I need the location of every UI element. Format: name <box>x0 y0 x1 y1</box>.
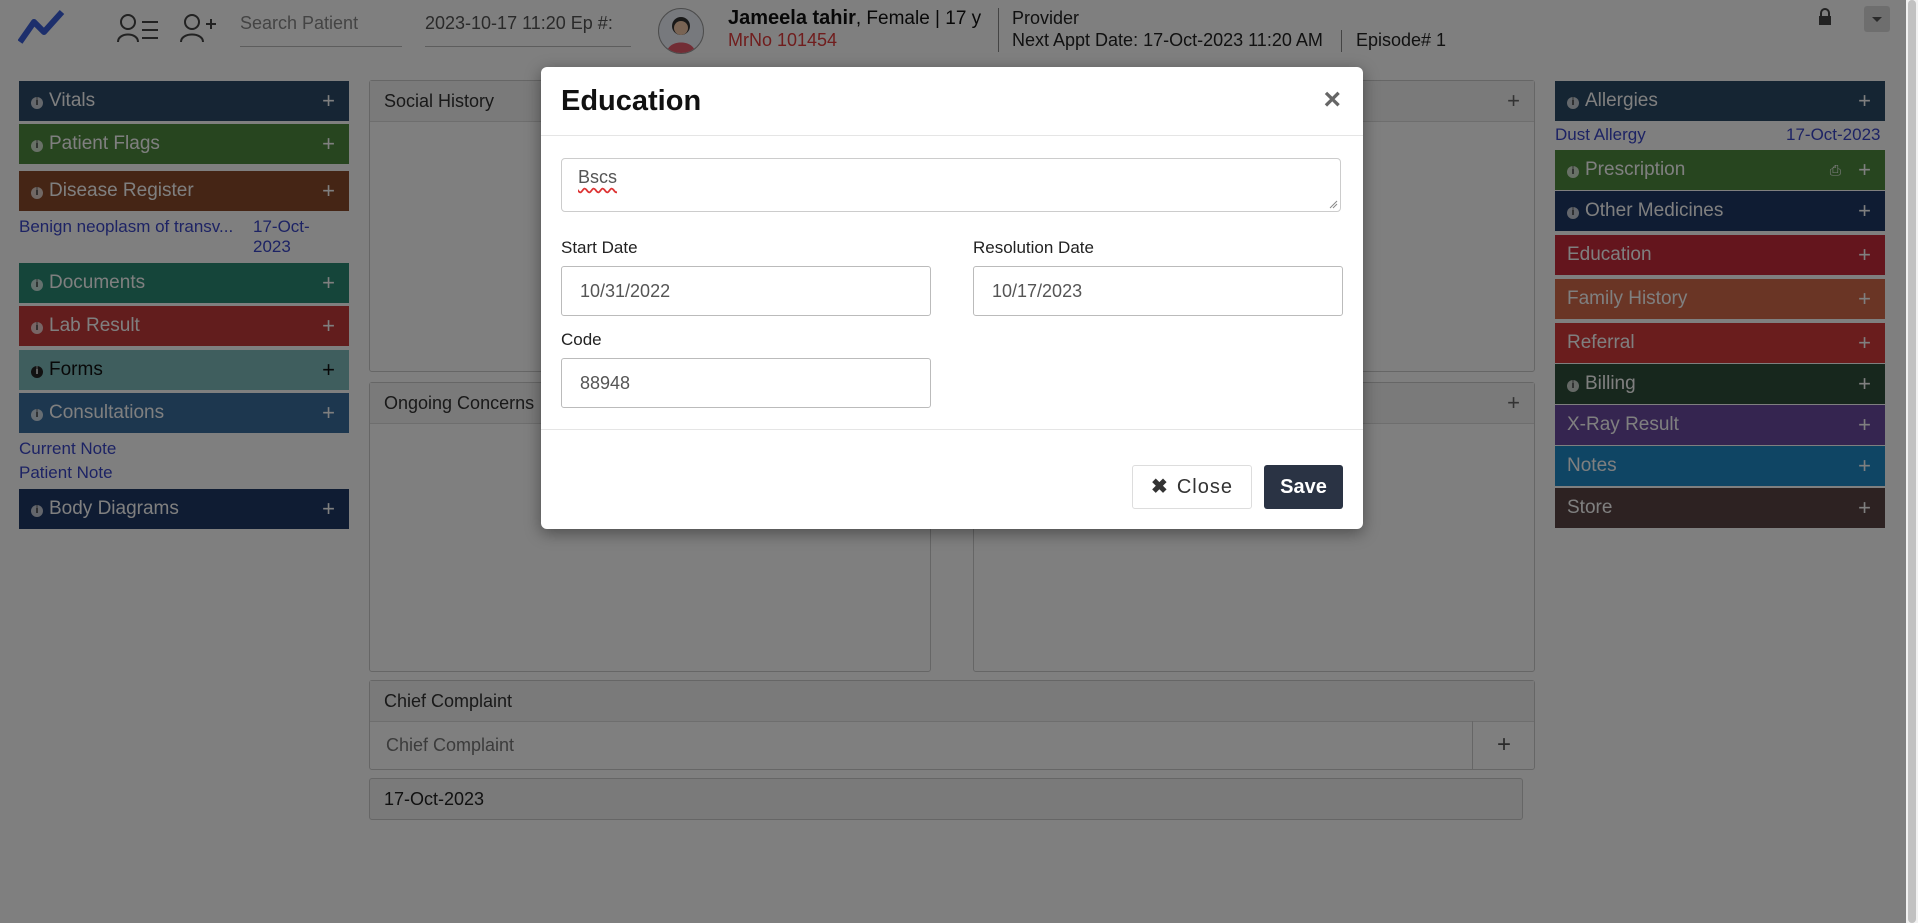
education-textarea[interactable]: Bscs <box>561 158 1341 212</box>
education-modal: Education × Bscs Start Date 10/31/2022 R… <box>541 67 1363 529</box>
close-icon[interactable]: × <box>1323 85 1341 115</box>
resize-handle-icon[interactable] <box>1328 199 1338 209</box>
times-icon: ✖ <box>1151 476 1169 498</box>
education-text: Bscs <box>578 167 618 187</box>
start-date-label: Start Date <box>561 238 638 257</box>
modal-title: Education <box>561 85 702 117</box>
close-button-label: Close <box>1176 476 1233 498</box>
page-scrollbar[interactable] <box>1906 0 1918 923</box>
divider <box>541 135 1363 136</box>
divider <box>541 429 1363 430</box>
save-button[interactable]: Save <box>1264 465 1343 509</box>
scrollbar-thumb[interactable] <box>1908 0 1916 923</box>
code-label: Code <box>561 330 602 349</box>
start-date-input[interactable]: 10/31/2022 <box>561 266 931 316</box>
close-button[interactable]: ✖ Close <box>1132 465 1252 509</box>
resolution-date-label: Resolution Date <box>973 238 1094 257</box>
code-input[interactable]: 88948 <box>561 358 931 408</box>
resolution-date-input[interactable]: 10/17/2023 <box>973 266 1343 316</box>
